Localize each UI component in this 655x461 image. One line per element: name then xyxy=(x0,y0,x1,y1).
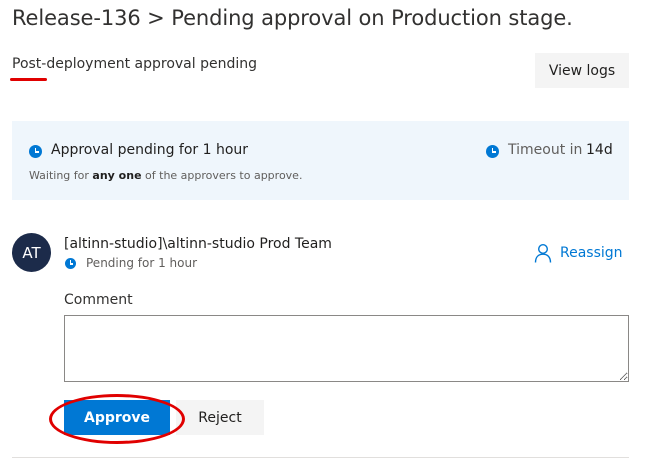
comment-field[interactable] xyxy=(64,315,629,382)
banner-subtitle-suffix: of the approvers to approve. xyxy=(141,169,303,182)
comment-label: Comment xyxy=(64,292,133,308)
banner-title: Approval pending for 1 hour xyxy=(51,142,249,158)
approver-name: [altinn-studio]\altinn-studio Prod Team xyxy=(64,236,332,252)
banner-subtitle: Waiting for any one of the approvers to … xyxy=(29,169,302,182)
reassign-button[interactable]: Reassign xyxy=(534,242,623,264)
reject-button[interactable]: Reject xyxy=(176,400,264,435)
divider xyxy=(12,457,629,458)
approver-status-text: Pending for 1 hour xyxy=(86,256,198,270)
approval-status-banner: Approval pending for 1 hour Waiting for … xyxy=(12,121,629,200)
timeout-value: 14d xyxy=(586,142,613,158)
approval-panel: Release-136 > Pending approval on Produc… xyxy=(0,0,655,461)
person-icon xyxy=(534,243,552,263)
clock-icon xyxy=(65,258,76,269)
annotation-underline xyxy=(10,78,47,81)
banner-subtitle-prefix: Waiting for xyxy=(29,169,93,182)
timeout-label: Timeout in xyxy=(508,142,583,158)
clock-icon xyxy=(29,145,42,158)
avatar: AT xyxy=(12,233,51,272)
approval-subtitle: Post-deployment approval pending xyxy=(12,56,258,72)
approve-button[interactable]: Approve xyxy=(64,400,170,435)
banner-subtitle-emphasis: any one xyxy=(92,169,142,182)
reassign-label: Reassign xyxy=(560,245,623,261)
page-title: Release-136 > Pending approval on Produc… xyxy=(12,6,573,30)
view-logs-button[interactable]: View logs xyxy=(535,53,629,88)
clock-icon xyxy=(486,145,499,158)
